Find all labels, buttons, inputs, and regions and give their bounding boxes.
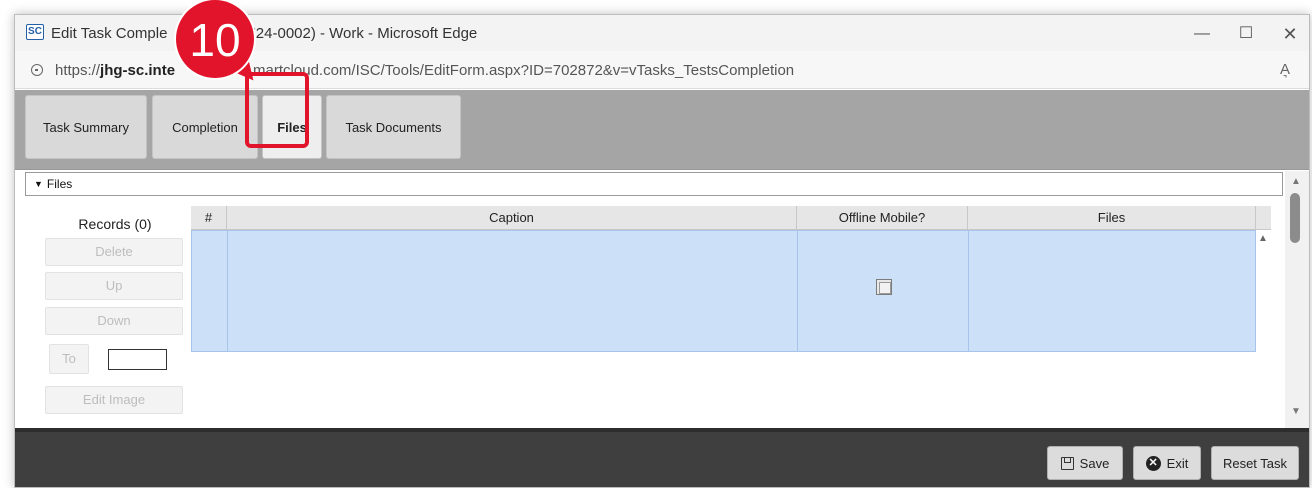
records-count: Records (0): [78, 216, 152, 232]
table-row[interactable]: [191, 230, 1256, 352]
grid-header: # Caption Offline Mobile? Files: [191, 206, 1271, 230]
minimize-button[interactable]: —: [1180, 21, 1224, 47]
footer-toolbar: Save ✕ Exit Reset Task: [15, 428, 1309, 487]
column-header-number[interactable]: #: [191, 206, 227, 230]
files-panel: ▼ Files Records (0) Delete Up Down To Edi…: [15, 171, 1309, 428]
close-button[interactable]: ✕: [1268, 21, 1309, 47]
vertical-scrollbar[interactable]: ▲ ▼: [1285, 171, 1309, 428]
scrollbar-thumb[interactable]: [1290, 193, 1300, 243]
window-title-start: Edit Task Comple: [51, 25, 168, 42]
tab-task-summary[interactable]: Task Summary: [25, 95, 147, 159]
app-icon: SC: [26, 24, 44, 40]
edit-image-button[interactable]: Edit Image: [45, 386, 183, 414]
column-header-caption[interactable]: Caption: [227, 206, 797, 230]
tab-task-documents[interactable]: Task Documents: [326, 95, 461, 159]
move-to-button[interactable]: To: [49, 344, 89, 374]
cell-offline-mobile[interactable]: [798, 231, 969, 351]
scroll-up-icon[interactable]: ▲: [1291, 176, 1301, 187]
move-up-button[interactable]: Up: [45, 272, 183, 300]
delete-button[interactable]: Delete: [45, 238, 183, 266]
section-header-files[interactable]: ▼ Files: [25, 172, 1283, 196]
move-down-button[interactable]: Down: [45, 307, 183, 335]
maximize-button[interactable]: ☐: [1224, 21, 1268, 47]
save-label: Save: [1079, 455, 1110, 471]
column-header-files[interactable]: Files: [968, 206, 1256, 230]
url-prefix: https://: [55, 62, 101, 79]
window-title-end: 724-0002) - Work - Microsoft Edge: [247, 25, 478, 42]
exit-label: Exit: [1166, 455, 1189, 471]
column-header-spacer: [1256, 206, 1271, 230]
url-path: /ISC/Tools/EditForm.aspx?ID=702872&v=vTa…: [351, 62, 795, 79]
reset-task-button[interactable]: Reset Task: [1211, 446, 1299, 480]
scroll-down-icon[interactable]: ▼: [1291, 406, 1301, 417]
save-button[interactable]: Save: [1047, 446, 1123, 480]
url-host-bold: jhg-sc.inte: [100, 62, 176, 79]
browser-window: SC Edit Task Comple 724-0002) - Work - Mi…: [14, 14, 1310, 488]
offline-mobile-checkbox[interactable]: [876, 279, 892, 295]
exit-icon: ✕: [1145, 455, 1161, 471]
cell-number[interactable]: [192, 231, 228, 351]
url-text[interactable]: https://jhg-sc.inte martcloud.com/ISC/Too…: [55, 62, 794, 79]
tab-bar: Task Summary Completion Files Task Docum…: [15, 90, 1309, 170]
read-aloud-icon[interactable]: A͉: [1280, 61, 1290, 78]
tab-completion[interactable]: Completion: [152, 95, 258, 159]
files-tab-highlight: [245, 72, 309, 148]
move-to-position-input[interactable]: [108, 349, 167, 370]
exit-button[interactable]: ✕ Exit: [1133, 446, 1201, 480]
site-info-icon[interactable]: [31, 64, 43, 76]
window-title: Edit Task Comple 724-0002) - Work - Micro…: [51, 25, 477, 42]
cell-caption[interactable]: [228, 231, 798, 351]
cell-files[interactable]: [969, 231, 1257, 351]
step-number-badge: 10: [176, 0, 254, 78]
grid-scroll-up-icon[interactable]: ▲: [1258, 233, 1268, 244]
save-icon: [1060, 456, 1074, 470]
column-header-offline-mobile[interactable]: Offline Mobile?: [797, 206, 968, 230]
collapse-triangle-icon[interactable]: ▼: [34, 179, 43, 189]
section-title: Files: [46, 177, 73, 191]
